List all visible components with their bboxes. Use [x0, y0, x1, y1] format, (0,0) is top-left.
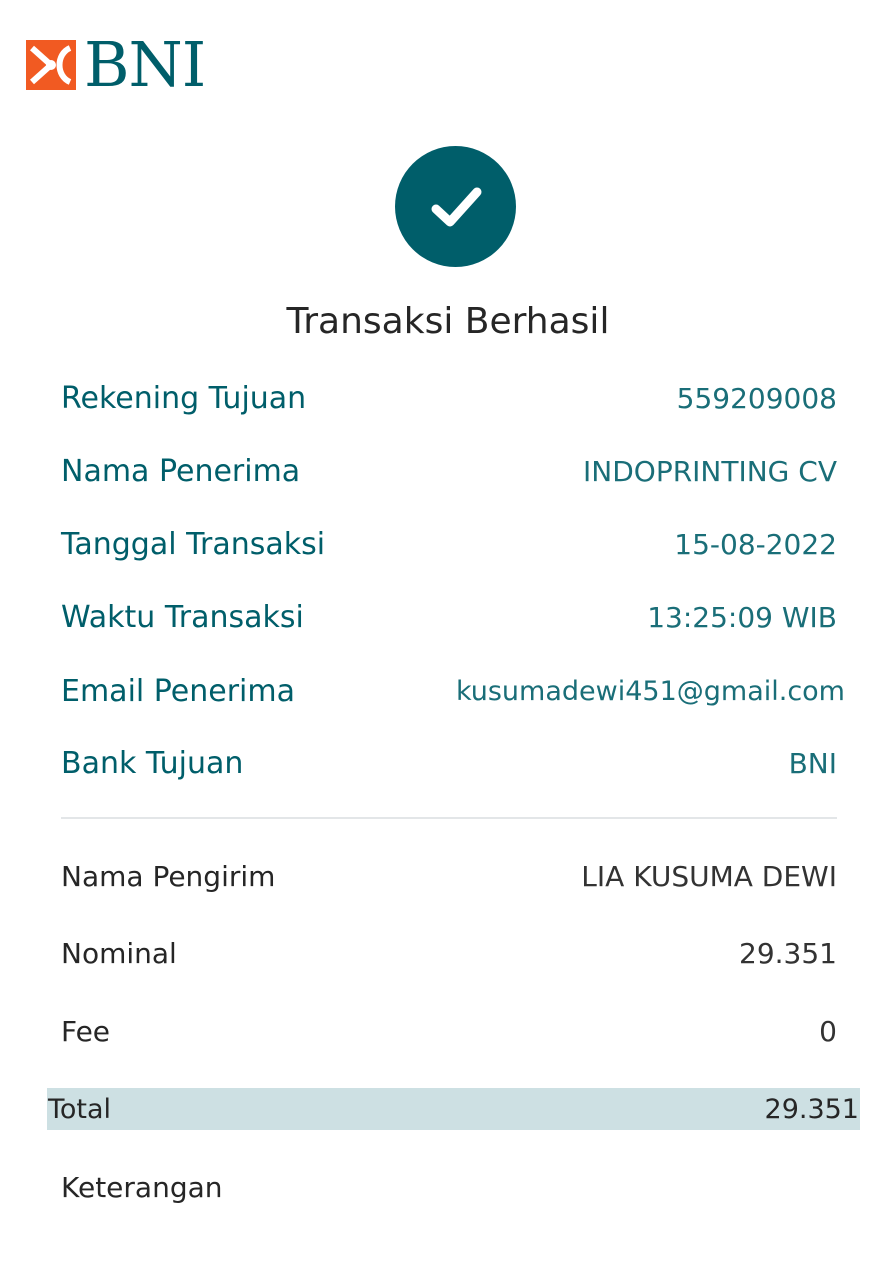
detail-value: BNI	[788, 746, 837, 780]
total-label: Total	[48, 1093, 112, 1125]
detail-row-fee: Fee 0	[61, 1009, 837, 1053]
bni-logo-mark-icon	[26, 40, 76, 90]
detail-row-keterangan: Keterangan	[61, 1165, 837, 1209]
detail-value: INDOPRINTING CV	[583, 454, 837, 488]
detail-row-nominal: Nominal 29.351	[61, 931, 837, 975]
bni-logo-text: BNI	[84, 28, 206, 101]
detail-label: Email Penerima	[61, 673, 295, 709]
detail-label: Nama Penerima	[61, 453, 301, 489]
detail-label: Keterangan	[61, 1170, 223, 1204]
page-title: Transaksi Berhasil	[286, 301, 610, 342]
total-value: 29.351	[764, 1093, 859, 1125]
detail-value: LIA KUSUMA DEWI	[581, 859, 837, 893]
detail-value: 0	[819, 1014, 837, 1048]
detail-row-rekening-tujuan: Rekening Tujuan 559209008	[61, 376, 837, 420]
bni-logo: BNI	[26, 28, 206, 101]
success-badge	[395, 146, 516, 267]
detail-label: Nominal	[61, 936, 177, 970]
detail-row-tanggal-transaksi: Tanggal Transaksi 15-08-2022	[61, 522, 837, 566]
detail-row-nama-penerima: Nama Penerima INDOPRINTING CV	[61, 449, 837, 493]
detail-label: Waktu Transaksi	[61, 599, 304, 635]
detail-value: 29.351	[739, 936, 837, 970]
detail-label: Tanggal Transaksi	[61, 526, 326, 562]
check-icon	[431, 187, 481, 226]
detail-label: Nama Pengirim	[61, 859, 276, 893]
section-divider	[61, 817, 837, 819]
detail-value: 559209008	[676, 381, 837, 415]
total-row: Total 29.351	[47, 1088, 860, 1130]
detail-label: Bank Tujuan	[61, 745, 244, 781]
detail-label: Rekening Tujuan	[61, 380, 307, 416]
detail-value: kusumadewi451@gmail.com	[455, 675, 845, 707]
detail-row-email-penerima: Email Penerima kusumadewi451@gmail.com	[61, 669, 845, 713]
detail-row-waktu-transaksi: Waktu Transaksi 13:25:09 WIB	[61, 595, 837, 639]
detail-row-nama-pengirim: Nama Pengirim LIA KUSUMA DEWI	[61, 854, 837, 898]
detail-label: Fee	[61, 1014, 111, 1048]
detail-value: 15-08-2022	[674, 527, 837, 561]
detail-value: 13:25:09 WIB	[647, 600, 837, 634]
detail-row-bank-tujuan: Bank Tujuan BNI	[61, 741, 837, 785]
